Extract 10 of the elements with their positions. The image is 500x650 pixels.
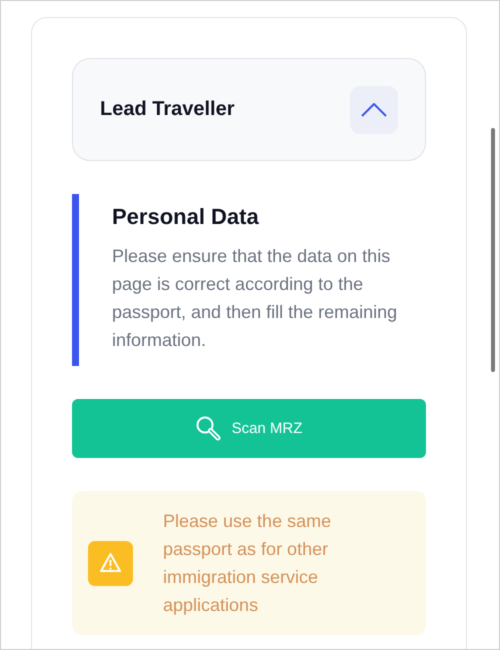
warning-text: Please use the same passport as for other immigration service applications [163,510,332,617]
scrollbar[interactable] [491,128,495,372]
accordion-header[interactable]: Lead Traveller [72,58,426,161]
accordion-title: Lead Traveller [100,98,235,121]
section-title: Personal Data [112,204,260,230]
chevron-icon [361,102,387,116]
section-description: Please ensure that the data on this page is correct according to the passport, and then fill the remaining information. [112,245,398,352]
warning-icon [88,540,133,586]
collapse-button[interactable] [350,86,398,134]
search-icon [196,416,222,442]
